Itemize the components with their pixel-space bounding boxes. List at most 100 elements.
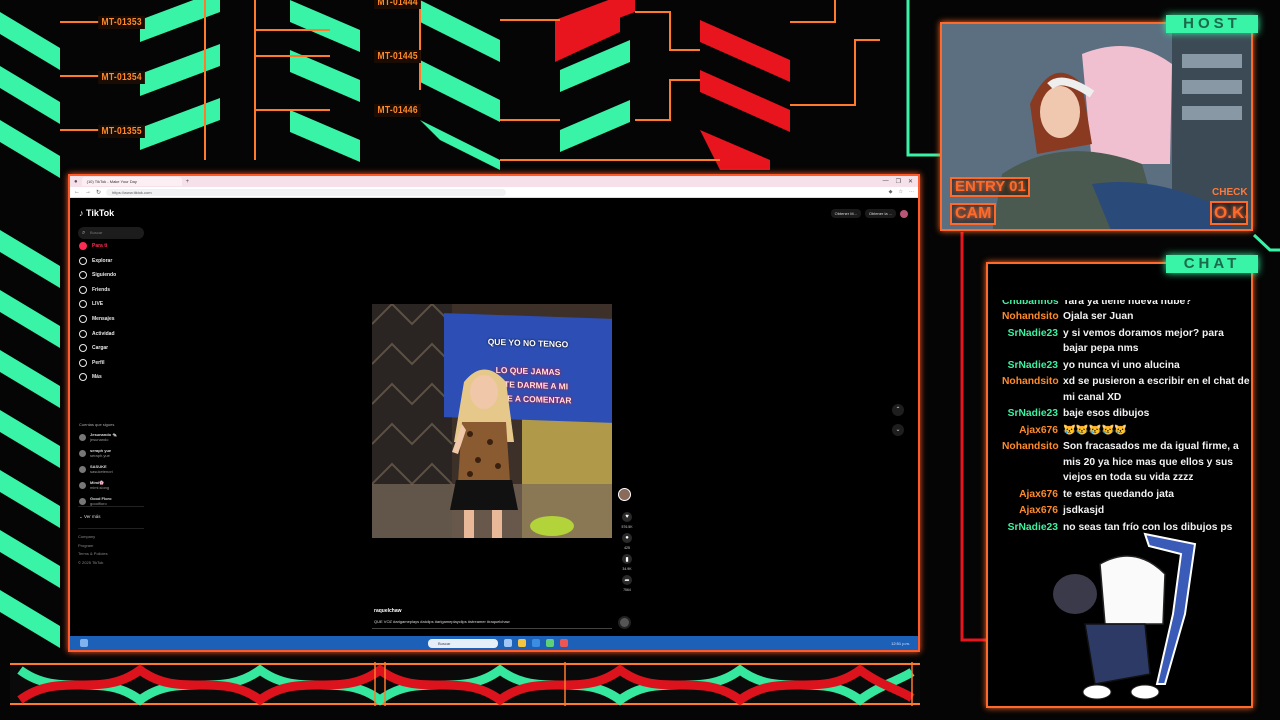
- footer-link[interactable]: © 2025 TikTok: [78, 560, 103, 565]
- see-more-link[interactable]: ⌄ Ver más: [79, 514, 101, 520]
- extension-icon[interactable]: ◆: [889, 189, 893, 195]
- avatar[interactable]: [900, 209, 908, 218]
- bracket-label: MT-01353: [98, 16, 146, 29]
- avatar: [79, 449, 86, 457]
- maximize-icon[interactable]: ❐: [896, 178, 901, 185]
- url-field[interactable]: https://www.tiktok.com: [106, 188, 507, 196]
- video-progress-bar[interactable]: [372, 628, 612, 629]
- chat-text: Ojala ser Juan: [1063, 311, 1134, 322]
- following-account[interactable]: Good Floro goodfloro: [79, 496, 112, 506]
- avatar: [79, 433, 86, 441]
- windows-taskbar: Buscar 12:51 p.m.: [70, 636, 918, 650]
- sidebar-item-siguiendo[interactable]: Siguiendo: [79, 270, 116, 280]
- music-disc-icon[interactable]: [618, 616, 631, 629]
- sidebar-item-live[interactable]: LIVE: [79, 299, 103, 309]
- browser-menu-icon[interactable]: ●: [74, 179, 78, 185]
- sidebar-item-explorar[interactable]: Explorar: [79, 256, 112, 266]
- bracket-label: MT-01355: [98, 125, 146, 138]
- tiktok-page: ♪ TikTok ⌕ Buscar Para ti Explorar Siguien…: [70, 198, 918, 636]
- chat-username[interactable]: Chubannos: [1002, 300, 1059, 308]
- task-view-icon[interactable]: [504, 639, 512, 647]
- video-player[interactable]: QUE YO NO TENGO LO QUE JAMAS ISISTE DARM…: [372, 304, 612, 538]
- sidebar-item-label: Para ti: [92, 243, 108, 249]
- taskbar-search[interactable]: Buscar: [428, 638, 498, 648]
- chat-username[interactable]: Ajax676: [1002, 423, 1058, 439]
- footer-link[interactable]: Program: [78, 543, 93, 548]
- settings-icon[interactable]: ⋯: [909, 189, 914, 195]
- sidebar-item-label: Perfil: [92, 359, 105, 366]
- previous-video-button[interactable]: ⌃: [892, 404, 904, 416]
- account-text: Good Floro goodfloro: [90, 496, 112, 506]
- app-icon[interactable]: [546, 639, 554, 647]
- host-label: HOST: [1166, 15, 1258, 33]
- video-caption: QUE VOZ #arigameplays #aiclips #arigamep…: [374, 619, 510, 624]
- sidebar-item-mensajes[interactable]: Mensajes: [79, 314, 115, 324]
- sidebar-item-friends[interactable]: Friends: [79, 285, 110, 295]
- following-account[interactable]: Mimi🌸 mimi.slong: [79, 480, 109, 490]
- weather-icon[interactable]: [80, 639, 88, 647]
- entry-tag: ENTRY 01: [950, 177, 1030, 197]
- top-actions: Obtener M... Obtener la ...: [830, 209, 908, 218]
- divider: [78, 528, 144, 529]
- chat-message: SrNadie23 yo nunca vi uno alucina: [1002, 358, 1250, 374]
- singer-figure: [450, 369, 518, 538]
- next-video-button[interactable]: ⌄: [892, 424, 904, 436]
- check-label: CHECK: [1212, 187, 1248, 198]
- messages-icon: [79, 315, 87, 323]
- chat-username[interactable]: Nohandsito: [1002, 374, 1059, 405]
- get-desktop-button[interactable]: Obtener la ...: [864, 209, 896, 218]
- minimize-icon[interactable]: —: [883, 178, 889, 185]
- favorite-icon[interactable]: ☆: [899, 189, 903, 195]
- sidebar-item-cargar[interactable]: Cargar: [79, 343, 108, 353]
- sidebar-item-actividad[interactable]: Actividad: [79, 329, 115, 339]
- app-icon[interactable]: [560, 639, 568, 647]
- account-text: seraph yue seraph.yue: [90, 448, 111, 458]
- chat-username[interactable]: Ajax676: [1002, 487, 1058, 503]
- footer-link[interactable]: Terms & Policies: [78, 551, 108, 556]
- comment-button[interactable]: ●: [622, 533, 632, 543]
- account-text: Jesunando 🐀 jesunando: [90, 432, 117, 442]
- reload-icon[interactable]: ↻: [96, 189, 101, 196]
- chat-message: Ajax676 jsdkasjd: [1002, 503, 1250, 519]
- address-bar: ← → ↻ https://www.tiktok.com ◆ ☆ ⋯: [70, 187, 918, 198]
- share-button[interactable]: ➦: [622, 575, 632, 585]
- get-app-button[interactable]: Obtener M...: [830, 209, 861, 218]
- chat-text: 😿😿😿😿😿: [1063, 424, 1128, 436]
- following-account[interactable]: SASUKE sasuketenori: [79, 464, 113, 474]
- forward-icon[interactable]: →: [85, 189, 91, 195]
- back-icon[interactable]: ←: [74, 189, 80, 195]
- account-text: SASUKE sasuketenori: [90, 464, 113, 474]
- sidebar-item-m-s[interactable]: Más: [79, 372, 102, 382]
- video-username[interactable]: raquelchaw: [374, 608, 402, 614]
- bracket-label: MT-01445: [374, 50, 422, 63]
- chat-username[interactable]: Nohandsito: [1002, 439, 1059, 486]
- chat-message: Ajax676 te estas quedando jata: [1002, 487, 1250, 503]
- account-handle: jesunando: [90, 437, 109, 442]
- like-button[interactable]: ♥: [622, 512, 632, 522]
- sidebar-item-label: Siguiendo: [92, 272, 117, 279]
- chat-message: Chubannos Tara ya tiene nueva nube?: [1002, 300, 1250, 308]
- sidebar-item-para-ti[interactable]: Para ti: [79, 241, 107, 251]
- file-explorer-icon[interactable]: [518, 639, 526, 647]
- edge-icon[interactable]: [532, 639, 540, 647]
- save-button[interactable]: ▮: [622, 554, 632, 564]
- chat-username[interactable]: SrNadie23: [1002, 406, 1058, 422]
- footer-link[interactable]: Company: [78, 534, 95, 539]
- creator-avatar[interactable]: [618, 488, 631, 501]
- bracket-label: MT-01446: [374, 104, 422, 117]
- browser-tab[interactable]: (10) TikTok - Make Your Day: [81, 177, 182, 186]
- search-input[interactable]: ⌕ Buscar: [78, 227, 144, 239]
- new-tab-icon[interactable]: +: [186, 179, 190, 185]
- sidebar-item-perfil[interactable]: Perfil: [79, 358, 105, 368]
- chat-username[interactable]: Nohandsito: [1002, 309, 1059, 325]
- following-account[interactable]: seraph yue seraph.yue: [79, 448, 111, 458]
- chat-username[interactable]: SrNadie23: [1002, 326, 1058, 357]
- chat-username[interactable]: SrNadie23: [1002, 358, 1058, 374]
- chat-text: Son fracasados me da igual firme, a mis …: [1063, 441, 1239, 483]
- tiktok-logo[interactable]: ♪ TikTok: [79, 208, 114, 218]
- following-account[interactable]: Jesunando 🐀 jesunando: [79, 432, 117, 442]
- chat-message: SrNadie23 baje esos dibujos: [1002, 406, 1250, 422]
- taskbar-clock[interactable]: 12:51 p.m.: [891, 641, 910, 646]
- close-icon[interactable]: ✕: [908, 178, 913, 185]
- chat-username[interactable]: Ajax676: [1002, 503, 1058, 519]
